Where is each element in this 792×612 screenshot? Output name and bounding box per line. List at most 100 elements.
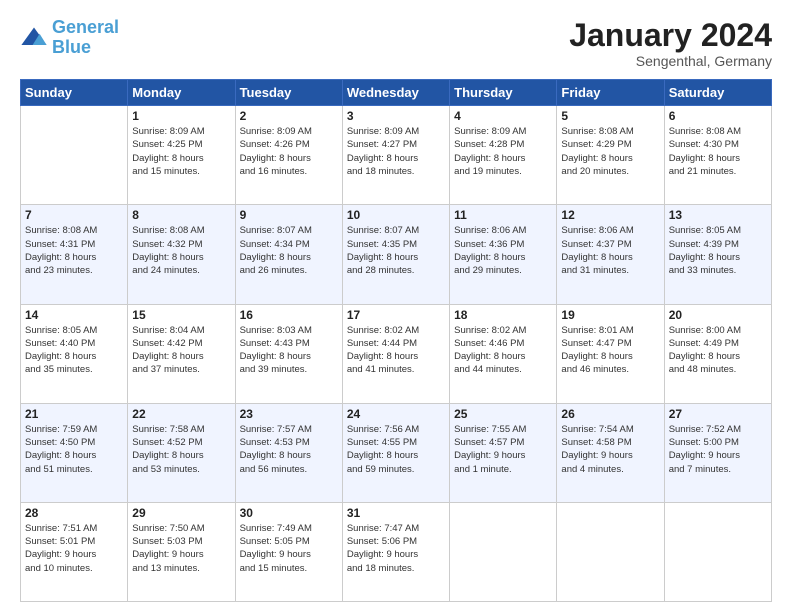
day-info: Sunrise: 8:05 AMSunset: 4:39 PMDaylight:… bbox=[669, 224, 767, 277]
day-number: 27 bbox=[669, 407, 767, 421]
day-number: 19 bbox=[561, 308, 659, 322]
day-info: Sunrise: 8:08 AMSunset: 4:31 PMDaylight:… bbox=[25, 224, 123, 277]
week-row-3: 14Sunrise: 8:05 AMSunset: 4:40 PMDayligh… bbox=[21, 304, 772, 403]
day-number: 31 bbox=[347, 506, 445, 520]
calendar-cell: 14Sunrise: 8:05 AMSunset: 4:40 PMDayligh… bbox=[21, 304, 128, 403]
day-info: Sunrise: 7:58 AMSunset: 4:52 PMDaylight:… bbox=[132, 423, 230, 476]
calendar-header: SundayMondayTuesdayWednesdayThursdayFrid… bbox=[21, 80, 772, 106]
day-header-saturday: Saturday bbox=[664, 80, 771, 106]
day-info: Sunrise: 8:09 AMSunset: 4:25 PMDaylight:… bbox=[132, 125, 230, 178]
calendar-body: 1 Sunrise: 8:09 AMSunset: 4:25 PMDaylight… bbox=[21, 106, 772, 602]
calendar-cell bbox=[557, 502, 664, 601]
week-row-1: 1 Sunrise: 8:09 AMSunset: 4:25 PMDaylight… bbox=[21, 106, 772, 205]
logo-text: General Blue bbox=[52, 18, 119, 58]
logo-icon bbox=[20, 24, 48, 52]
calendar-cell bbox=[664, 502, 771, 601]
day-number: 3 bbox=[347, 109, 445, 123]
title-block: January 2024 Sengenthal, Germany bbox=[569, 18, 772, 69]
logo-general: General bbox=[52, 17, 119, 37]
calendar-cell: 17Sunrise: 8:02 AMSunset: 4:44 PMDayligh… bbox=[342, 304, 449, 403]
day-number: 13 bbox=[669, 208, 767, 222]
day-info: Sunrise: 8:02 AMSunset: 4:46 PMDaylight:… bbox=[454, 324, 552, 377]
calendar-cell: 28 Sunrise: 7:51 AMSunset: 5:01 PMDayligh… bbox=[21, 502, 128, 601]
calendar-cell: 5Sunrise: 8:08 AMSunset: 4:29 PMDaylight… bbox=[557, 106, 664, 205]
calendar-cell: 11Sunrise: 8:06 AMSunset: 4:36 PMDayligh… bbox=[450, 205, 557, 304]
calendar-cell bbox=[450, 502, 557, 601]
day-number: 9 bbox=[240, 208, 338, 222]
day-number: 7 bbox=[25, 208, 123, 222]
day-number: 10 bbox=[347, 208, 445, 222]
calendar-cell: 19Sunrise: 8:01 AMSunset: 4:47 PMDayligh… bbox=[557, 304, 664, 403]
day-number: 1 bbox=[132, 109, 230, 123]
calendar-cell bbox=[21, 106, 128, 205]
day-info: Sunrise: 7:52 AMSunset: 5:00 PMDaylight:… bbox=[669, 423, 767, 476]
day-info: Sunrise: 7:56 AMSunset: 4:55 PMDaylight:… bbox=[347, 423, 445, 476]
day-number: 18 bbox=[454, 308, 552, 322]
day-number: 29 bbox=[132, 506, 230, 520]
day-info: Sunrise: 7:54 AMSunset: 4:58 PMDaylight:… bbox=[561, 423, 659, 476]
calendar-cell: 18 Sunrise: 8:02 AMSunset: 4:46 PMDayligh… bbox=[450, 304, 557, 403]
day-info: Sunrise: 8:06 AMSunset: 4:36 PMDaylight:… bbox=[454, 224, 552, 277]
day-number: 5 bbox=[561, 109, 659, 123]
calendar-cell: 15Sunrise: 8:04 AMSunset: 4:42 PMDayligh… bbox=[128, 304, 235, 403]
day-header-row: SundayMondayTuesdayWednesdayThursdayFrid… bbox=[21, 80, 772, 106]
calendar-cell: 16 Sunrise: 8:03 AMSunset: 4:43 PMDayligh… bbox=[235, 304, 342, 403]
week-row-2: 7 Sunrise: 8:08 AMSunset: 4:31 PMDaylight… bbox=[21, 205, 772, 304]
day-number: 23 bbox=[240, 407, 338, 421]
calendar-cell: 10 Sunrise: 8:07 AMSunset: 4:35 PMDayligh… bbox=[342, 205, 449, 304]
calendar-cell: 13 Sunrise: 8:05 AMSunset: 4:39 PMDayligh… bbox=[664, 205, 771, 304]
day-info: Sunrise: 7:57 AMSunset: 4:53 PMDaylight:… bbox=[240, 423, 338, 476]
week-row-5: 28 Sunrise: 7:51 AMSunset: 5:01 PMDayligh… bbox=[21, 502, 772, 601]
calendar-cell: 29 Sunrise: 7:50 AMSunset: 5:03 PMDayligh… bbox=[128, 502, 235, 601]
day-number: 6 bbox=[669, 109, 767, 123]
calendar-cell: 3Sunrise: 8:09 AMSunset: 4:27 PMDaylight… bbox=[342, 106, 449, 205]
day-info: Sunrise: 7:51 AMSunset: 5:01 PMDaylight:… bbox=[25, 522, 123, 575]
day-header-sunday: Sunday bbox=[21, 80, 128, 106]
day-info: Sunrise: 8:09 AMSunset: 4:26 PMDaylight:… bbox=[240, 125, 338, 178]
calendar-cell: 30 Sunrise: 7:49 AMSunset: 5:05 PMDayligh… bbox=[235, 502, 342, 601]
day-info: Sunrise: 7:50 AMSunset: 5:03 PMDaylight:… bbox=[132, 522, 230, 575]
day-info: Sunrise: 8:07 AMSunset: 4:35 PMDaylight:… bbox=[347, 224, 445, 277]
day-info: Sunrise: 8:00 AMSunset: 4:49 PMDaylight:… bbox=[669, 324, 767, 377]
calendar-cell: 4Sunrise: 8:09 AMSunset: 4:28 PMDaylight… bbox=[450, 106, 557, 205]
logo-blue: Blue bbox=[52, 37, 91, 57]
day-number: 2 bbox=[240, 109, 338, 123]
day-header-friday: Friday bbox=[557, 80, 664, 106]
calendar-cell: 6 Sunrise: 8:08 AMSunset: 4:30 PMDaylight… bbox=[664, 106, 771, 205]
day-info: Sunrise: 7:49 AMSunset: 5:05 PMDaylight:… bbox=[240, 522, 338, 575]
calendar-cell: 31 Sunrise: 7:47 AMSunset: 5:06 PMDayligh… bbox=[342, 502, 449, 601]
day-number: 12 bbox=[561, 208, 659, 222]
day-number: 21 bbox=[25, 407, 123, 421]
logo: General Blue bbox=[20, 18, 119, 58]
calendar-cell: 24 Sunrise: 7:56 AMSunset: 4:55 PMDayligh… bbox=[342, 403, 449, 502]
calendar-cell: 2 Sunrise: 8:09 AMSunset: 4:26 PMDaylight… bbox=[235, 106, 342, 205]
page: General Blue January 2024 Sengenthal, Ge… bbox=[0, 0, 792, 612]
day-number: 16 bbox=[240, 308, 338, 322]
day-number: 4 bbox=[454, 109, 552, 123]
day-number: 26 bbox=[561, 407, 659, 421]
day-number: 28 bbox=[25, 506, 123, 520]
day-header-thursday: Thursday bbox=[450, 80, 557, 106]
day-number: 30 bbox=[240, 506, 338, 520]
day-info: Sunrise: 8:05 AMSunset: 4:40 PMDaylight:… bbox=[25, 324, 123, 377]
day-header-monday: Monday bbox=[128, 80, 235, 106]
day-info: Sunrise: 8:04 AMSunset: 4:42 PMDaylight:… bbox=[132, 324, 230, 377]
day-number: 24 bbox=[347, 407, 445, 421]
calendar-cell: 22 Sunrise: 7:58 AMSunset: 4:52 PMDayligh… bbox=[128, 403, 235, 502]
calendar-cell: 1 Sunrise: 8:09 AMSunset: 4:25 PMDaylight… bbox=[128, 106, 235, 205]
calendar-cell: 21 Sunrise: 7:59 AMSunset: 4:50 PMDayligh… bbox=[21, 403, 128, 502]
calendar-cell: 25Sunrise: 7:55 AMSunset: 4:57 PMDayligh… bbox=[450, 403, 557, 502]
day-number: 22 bbox=[132, 407, 230, 421]
month-title: January 2024 bbox=[569, 18, 772, 53]
day-info: Sunrise: 7:55 AMSunset: 4:57 PMDaylight:… bbox=[454, 423, 552, 476]
day-info: Sunrise: 7:59 AMSunset: 4:50 PMDaylight:… bbox=[25, 423, 123, 476]
day-header-tuesday: Tuesday bbox=[235, 80, 342, 106]
day-info: Sunrise: 7:47 AMSunset: 5:06 PMDaylight:… bbox=[347, 522, 445, 575]
week-row-4: 21 Sunrise: 7:59 AMSunset: 4:50 PMDayligh… bbox=[21, 403, 772, 502]
day-info: Sunrise: 8:07 AMSunset: 4:34 PMDaylight:… bbox=[240, 224, 338, 277]
day-info: Sunrise: 8:08 AMSunset: 4:30 PMDaylight:… bbox=[669, 125, 767, 178]
calendar-cell: 27 Sunrise: 7:52 AMSunset: 5:00 PMDayligh… bbox=[664, 403, 771, 502]
day-info: Sunrise: 8:03 AMSunset: 4:43 PMDaylight:… bbox=[240, 324, 338, 377]
calendar-cell: 20Sunrise: 8:00 AMSunset: 4:49 PMDayligh… bbox=[664, 304, 771, 403]
calendar-cell: 7 Sunrise: 8:08 AMSunset: 4:31 PMDaylight… bbox=[21, 205, 128, 304]
